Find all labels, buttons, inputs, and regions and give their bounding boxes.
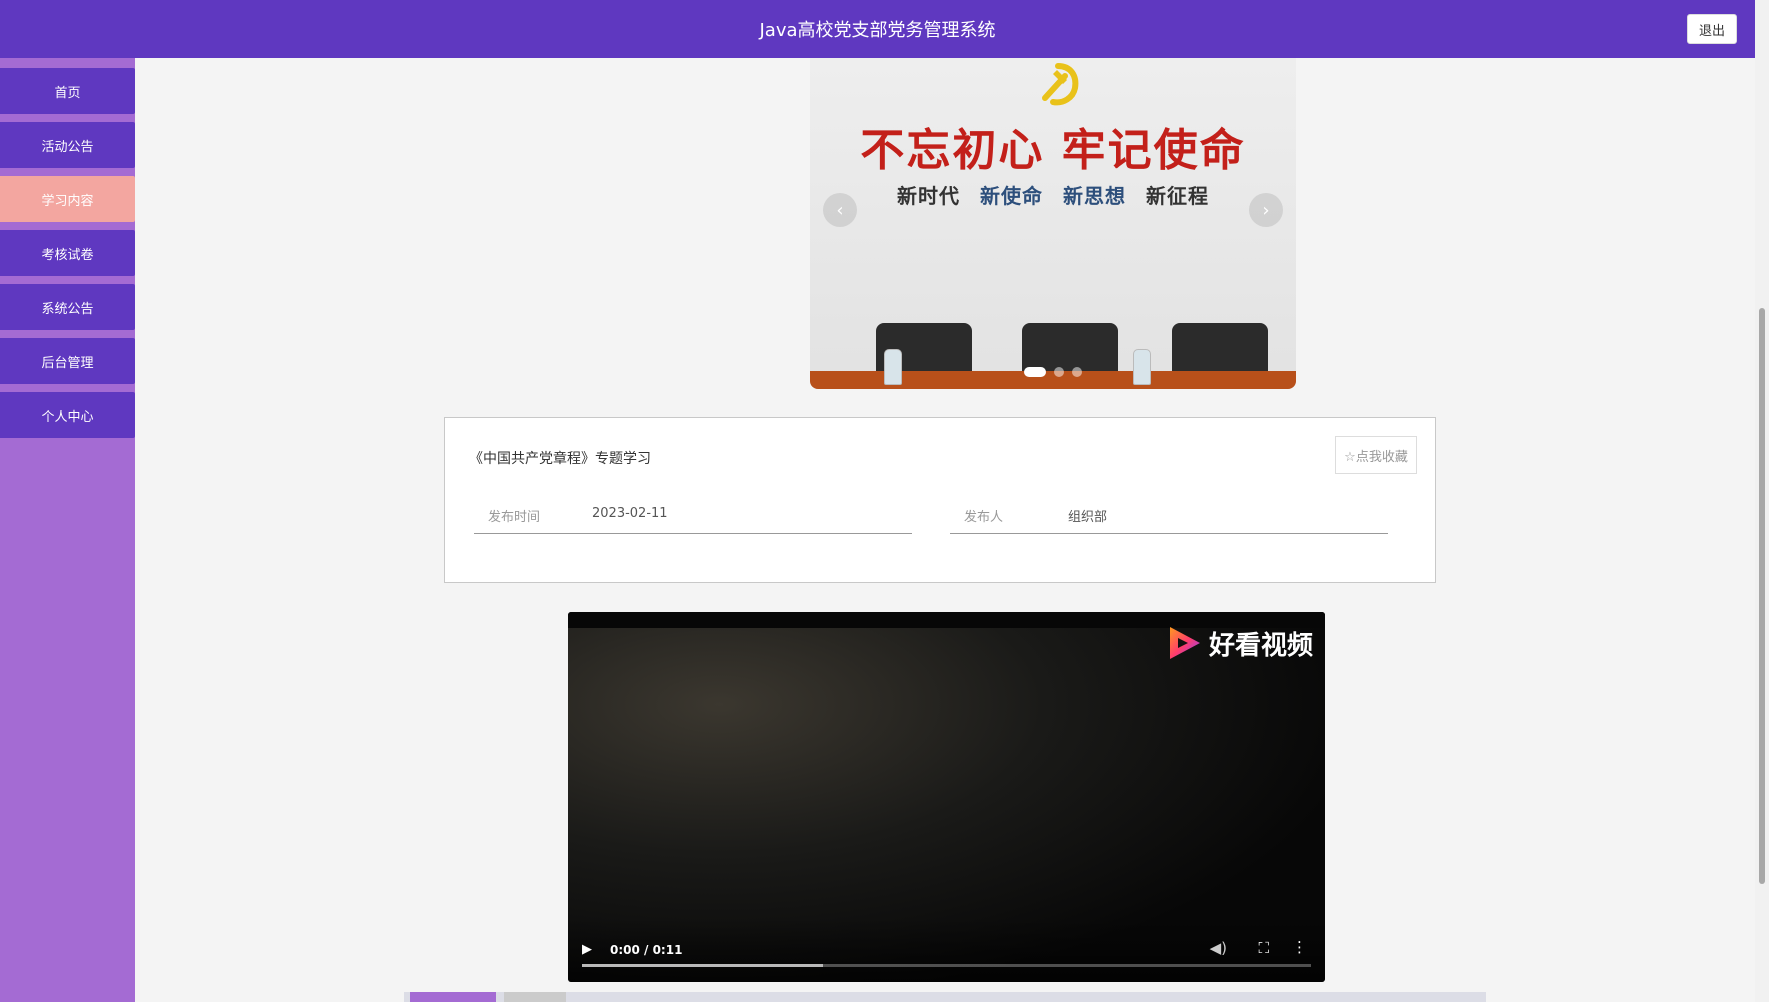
carousel-next-button[interactable]: › [1249,193,1283,227]
bottom-tab[interactable] [410,992,496,1002]
sidebar-item-system-notice[interactable]: 系统公告 [0,284,135,330]
carousel-subtitle: 新时代 新使命 新思想 新征程 [810,180,1296,209]
publish-time-value: 2023-02-11 [592,506,668,521]
subtitle-phrase: 新时代 [897,184,961,208]
video-brand-text: 好看视频 [1208,630,1313,661]
video-time: 0:00 / 0:11 [610,943,683,957]
publisher-label: 发布人 [964,510,1004,525]
video-controls: ▶ 0:00 / 0:11 ◀) ⛶ ⋮ [568,918,1325,982]
scrollbar-thumb[interactable] [1759,308,1765,884]
page-scrollbar[interactable] [1755,0,1769,1002]
party-emblem-icon [1042,63,1079,106]
carousel-dot[interactable] [1072,367,1082,377]
subtitle-phrase: 新使命 [980,184,1044,208]
image-carousel[interactable]: 不忘初心 牢记使命 新时代 新使命 新思想 新征程 ‹ › [810,58,1296,389]
volume-icon[interactable]: ◀) [1210,939,1227,957]
publish-time-field: 发布时间 2023-02-11 [474,493,912,534]
carousel-prev-button[interactable]: ‹ [823,193,857,227]
subtitle-phrase: 新思想 [1062,184,1126,208]
carousel-indicators [810,367,1296,377]
sidebar-item-home[interactable]: 首页 [0,68,135,114]
sidebar-item-activity-notice[interactable]: 活动公告 [0,122,135,168]
logout-button[interactable]: 退出 [1687,14,1737,44]
more-options-icon[interactable]: ⋮ [1292,938,1307,956]
play-icon[interactable]: ▶ [582,942,592,957]
fullscreen-icon[interactable]: ⛶ [1258,939,1269,957]
carousel-dot[interactable] [1054,367,1064,377]
sidebar: 首页 活动公告 学习内容 考核试卷 系统公告 后台管理 个人中心 [0,58,135,1002]
carousel-slogan: 不忘初心 牢记使命 [860,125,1246,176]
article-info-card: 《中国共产党章程》专题学习 ☆点我收藏 发布时间 2023-02-11 发布人 … [444,417,1436,583]
play-logo-icon [1169,627,1200,659]
video-brand-logo: 好看视频 [1167,624,1313,662]
article-title: 《中国共产党章程》专题学习 [469,451,651,467]
sidebar-item-personal-center[interactable]: 个人中心 [0,392,135,438]
publish-time-label: 发布时间 [488,510,541,525]
sidebar-item-study-content[interactable]: 学习内容 [0,176,135,222]
favorite-button[interactable]: ☆点我收藏 [1335,436,1417,474]
app-title: Java高校党支部党务管理系统 [759,20,996,41]
subtitle-phrase: 新征程 [1145,184,1209,208]
bottom-tab-strip [404,992,1486,1002]
publisher-field: 发布人 组织部 [950,493,1388,534]
chair-image [1022,323,1118,373]
top-header: Java高校党支部党务管理系统 退出 [0,0,1755,58]
publisher-value: 组织部 [1068,510,1108,525]
carousel-dot[interactable] [1024,367,1046,377]
chair-image [1172,323,1268,373]
sidebar-item-exam-papers[interactable]: 考核试卷 [0,230,135,276]
video-progress-bar[interactable] [582,964,1311,967]
video-buffered-bar [582,964,823,967]
bottom-tab[interactable] [504,992,566,1002]
video-player[interactable]: 好看视频 ▶ 0:00 / 0:11 ◀) ⛶ ⋮ [568,612,1325,982]
sidebar-item-admin[interactable]: 后台管理 [0,338,135,384]
